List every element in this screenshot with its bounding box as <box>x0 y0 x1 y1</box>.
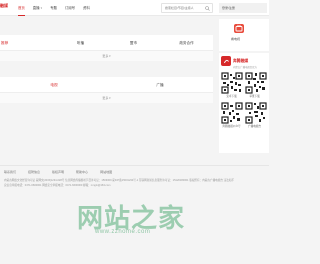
category-panel: 推荐 听播 盟市 政务合作 更多 ▾ <box>0 35 213 61</box>
main-nav: 首页 直播▾ 专题 订阅号 资料 <box>18 0 98 16</box>
app-download-card: 奔腾融媒 内蒙古广播电视台官方 安卓下载 苹果下载 奔腾融媒公众号 广播电视台 <box>219 53 269 153</box>
qr-label-wechat: 奔腾融媒公众号 <box>222 125 241 128</box>
site-logo[interactable]: 融媒 <box>0 3 8 9</box>
nav-topics[interactable]: 专题 <box>50 0 57 16</box>
category-tabs: 推荐 听播 盟市 政务合作 <box>0 35 213 51</box>
tab-tv[interactable]: 电视 <box>0 77 107 92</box>
tab-listen[interactable]: 听播 <box>54 35 107 50</box>
nav-resources[interactable]: 资料 <box>83 0 90 16</box>
footer-link-sitemap[interactable]: 网站地图 <box>100 170 112 174</box>
watch-tv-card[interactable]: 看电视 <box>219 19 269 51</box>
app-subtitle: 内蒙古广播电视台官方 <box>233 66 257 69</box>
more-button[interactable]: 更多 ▾ <box>0 51 213 61</box>
qr-code-station <box>245 102 267 124</box>
media-tabs: 电视 广播 <box>0 77 213 93</box>
more-button[interactable]: 更多 ▾ <box>0 93 213 103</box>
media-panel: 电视 广播 更多 ▾ <box>0 77 213 103</box>
app-name: 奔腾融媒 <box>233 58 249 63</box>
footer-link-contact[interactable]: 联系我们 <box>4 170 16 174</box>
qr-label-android: 安卓下载 <box>226 95 237 98</box>
app-logo-icon <box>221 56 231 66</box>
qr-label-ios: 苹果下载 <box>249 95 260 98</box>
footer-link-copyright[interactable]: 版权声明 <box>52 170 64 174</box>
tv-icon <box>234 24 244 33</box>
top-bar: 融媒 首页 直播▾ 专题 订阅号 资料 登录/注册 <box>0 0 269 16</box>
login-button[interactable]: 登录/注册 <box>219 3 267 13</box>
qr-labels-2: 奔腾融媒公众号 广播电视台 <box>221 124 267 128</box>
search-box <box>161 3 213 13</box>
tab-radio[interactable]: 广播 <box>107 77 213 92</box>
footer-link-jobs[interactable]: 招聘信息 <box>28 170 40 174</box>
footer-links: 联系我们 招聘信息 版权声明 帮助中心 网站地图 <box>0 166 269 174</box>
nav-home[interactable]: 首页 <box>18 0 25 16</box>
qr-row <box>221 72 267 94</box>
qr-labels: 安卓下载 苹果下载 <box>221 94 267 98</box>
watermark-url: www.zzhome.com <box>95 229 151 235</box>
qr-label-station: 广播电视台 <box>248 125 261 128</box>
qr-code-ios <box>245 72 267 94</box>
nav-subscriptions[interactable]: 订阅号 <box>65 0 75 16</box>
main-content: 推荐 听播 盟市 政务合作 更多 ▾ 电视 广播 更多 ▾ <box>0 19 213 149</box>
qr-code-android <box>221 72 243 94</box>
tab-recommend[interactable]: 推荐 <box>0 35 54 50</box>
qr-row-2 <box>221 102 267 124</box>
copyright-text: 内蒙古网络文化经营许可证 蒙网文[2015]1234-028号 信息网络传播视听… <box>4 179 235 187</box>
search-input[interactable] <box>162 4 206 12</box>
chevron-down-icon: ▾ <box>40 6 43 10</box>
qr-code-wechat <box>221 102 243 124</box>
right-sidebar: 看电视 奔腾融媒 内蒙古广播电视台官方 安卓下载 苹果下载 奔腾融媒公众号 广播… <box>219 19 269 155</box>
footer-link-help[interactable]: 帮助中心 <box>76 170 88 174</box>
search-icon[interactable] <box>205 5 210 11</box>
watch-tv-label: 看电视 <box>231 37 241 41</box>
nav-live[interactable]: 直播▾ <box>33 0 42 16</box>
tab-league-city[interactable]: 盟市 <box>107 35 160 50</box>
tab-gov-cooperation[interactable]: 政务合作 <box>160 35 213 50</box>
